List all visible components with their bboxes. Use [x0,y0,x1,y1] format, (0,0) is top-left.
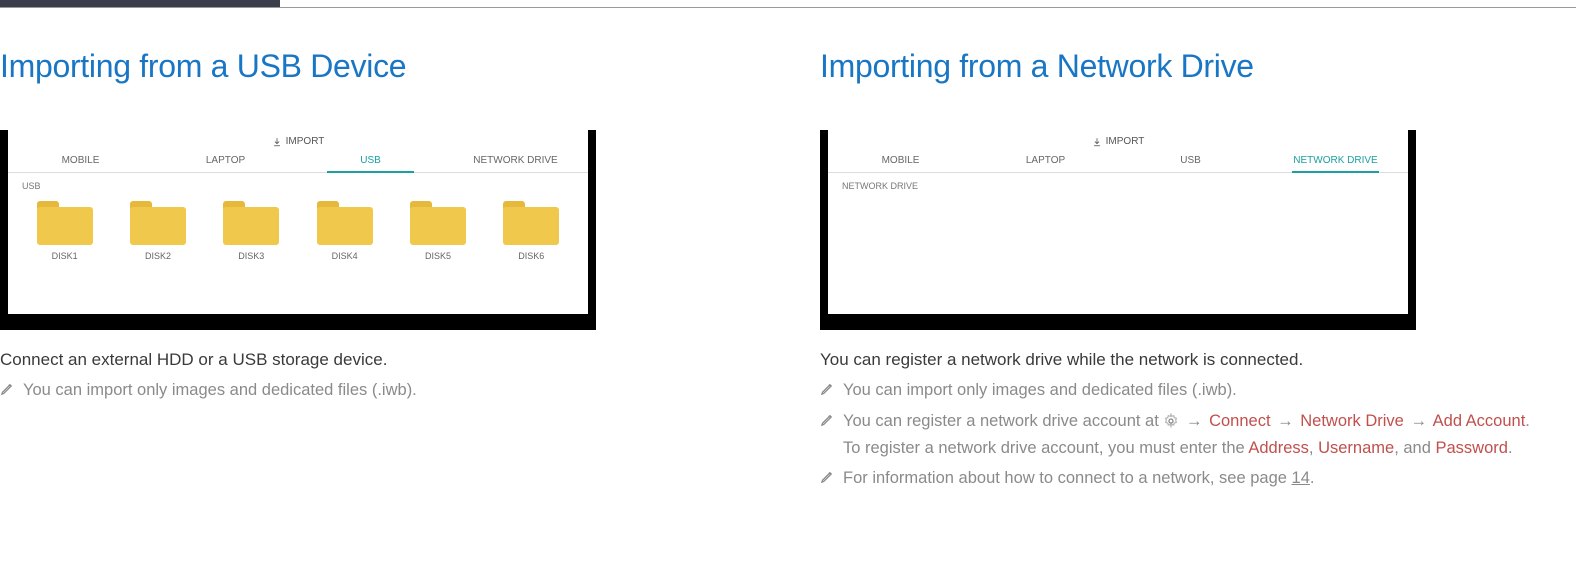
folder-item[interactable]: DISK2 [130,201,186,261]
tab-laptop[interactable]: LAPTOP [153,151,298,172]
tab-mobile[interactable]: MOBILE [828,151,973,172]
folder-label: DISK2 [145,251,171,261]
pencil-icon [0,381,15,396]
right-screenshot-inner: IMPORT MOBILE LAPTOP USB NETWORK DRIVE N… [828,130,1408,314]
left-body-text: Connect an external HDD or a USB storage… [0,350,740,370]
pencil-icon [820,469,835,484]
field-password: Password [1436,439,1508,457]
note3-a: For information about how to connect to … [843,469,1292,487]
tabs-row: MOBILE LAPTOP USB NETWORK DRIVE [8,151,588,173]
content-columns: Importing from a USB Device IMPORT MOBIL… [0,8,1576,497]
folder-icon [130,201,186,245]
folder-icon [223,201,279,245]
import-label: IMPORT [1106,136,1145,147]
note2-line2: To register a network drive account, you… [843,436,1560,461]
folder-icon [37,201,93,245]
path-add-account: Add Account [1433,412,1526,430]
gear-icon [1163,413,1179,429]
folder-label: DISK4 [332,251,358,261]
tab-laptop[interactable]: LAPTOP [973,151,1118,172]
sep: , and [1394,439,1435,457]
import-header: IMPORT [8,130,588,151]
import-label: IMPORT [286,136,325,147]
right-screenshot: IMPORT MOBILE LAPTOP USB NETWORK DRIVE N… [820,130,1416,330]
folder-icon [503,201,559,245]
right-column: Importing from a Network Drive IMPORT MO… [820,48,1560,497]
folder-item[interactable]: DISK4 [317,201,373,261]
tab-usb[interactable]: USB [298,151,443,172]
note-text: You can register a network drive account… [843,409,1560,461]
folder-item[interactable]: DISK6 [503,201,559,261]
folder-icon [317,201,373,245]
left-screenshot-inner: IMPORT MOBILE LAPTOP USB NETWORK DRIVE U… [8,130,588,314]
folders-row: DISK1 DISK2 DISK3 DISK4 DISK5 DISK6 [8,195,588,261]
download-icon [272,137,282,147]
right-title: Importing from a Network Drive [820,48,1560,85]
note2-line2-a: To register a network drive account, you… [843,439,1248,457]
path-connect: Connect [1209,412,1270,430]
download-icon [1092,137,1102,147]
folder-label: DISK1 [52,251,78,261]
arrow-icon: → [1410,412,1427,430]
note-text: You can import only images and dedicated… [843,378,1560,403]
path-network-drive: Network Drive [1300,412,1404,430]
note-text: For information about how to connect to … [843,466,1560,491]
folder-icon [410,201,466,245]
import-header: IMPORT [828,130,1408,151]
right-note-2: You can register a network drive account… [820,409,1560,461]
folder-label: DISK3 [238,251,264,261]
left-screenshot: IMPORT MOBILE LAPTOP USB NETWORK DRIVE U… [0,130,596,330]
pencil-icon [820,412,835,427]
right-body-text: You can register a network drive while t… [820,350,1560,370]
note3-b: . [1310,469,1315,487]
left-column: Importing from a USB Device IMPORT MOBIL… [0,48,740,497]
folder-item[interactable]: DISK5 [410,201,466,261]
period: . [1525,412,1530,430]
sep: , [1309,439,1318,457]
right-note-3: For information about how to connect to … [820,466,1560,491]
tab-network-drive[interactable]: NETWORK DRIVE [443,151,588,172]
note-text: You can import only images and dedicated… [23,378,740,403]
tabs-row: MOBILE LAPTOP USB NETWORK DRIVE [828,151,1408,173]
tab-usb[interactable]: USB [1118,151,1263,172]
pencil-icon [820,381,835,396]
left-title: Importing from a USB Device [0,48,740,85]
top-divider [0,0,1576,8]
field-address: Address [1248,439,1309,457]
sub-label: USB [8,173,588,195]
note2-prefix: You can register a network drive account… [843,412,1163,430]
folder-label: DISK6 [518,251,544,261]
folder-item[interactable]: DISK3 [223,201,279,261]
arrow-icon: → [1186,412,1203,430]
arrow-icon: → [1277,412,1294,430]
folder-item[interactable]: DISK1 [37,201,93,261]
end: . [1508,439,1513,457]
folder-label: DISK5 [425,251,451,261]
left-note-1: You can import only images and dedicated… [0,378,740,403]
tab-network-drive[interactable]: NETWORK DRIVE [1263,151,1408,172]
tab-mobile[interactable]: MOBILE [8,151,153,172]
page-link-14[interactable]: 14 [1292,469,1310,487]
field-username: Username [1318,439,1394,457]
right-note-1: You can import only images and dedicated… [820,378,1560,403]
sub-label: NETWORK DRIVE [828,173,1408,195]
